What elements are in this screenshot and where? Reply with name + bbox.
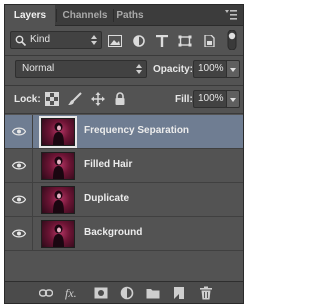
layer-row[interactable]: Background: [5, 217, 243, 251]
portrait-figure-image: [53, 122, 64, 145]
visibility-toggle[interactable]: [5, 149, 33, 182]
lock-all-padlock-icon[interactable]: [113, 92, 127, 106]
new-group-folder-icon[interactable]: [146, 286, 160, 300]
layer-thumbnail[interactable]: [41, 186, 75, 214]
visibility-toggle[interactable]: [5, 115, 33, 148]
fill-input[interactable]: 100%: [193, 90, 227, 108]
link-layers-icon[interactable]: [39, 286, 53, 300]
blend-mode-value: Normal: [22, 63, 55, 74]
delete-layer-trash-icon[interactable]: [199, 286, 213, 300]
lock-label: Lock:: [14, 94, 41, 105]
tab-paths[interactable]: Paths: [115, 5, 145, 26]
add-layer-mask-icon[interactable]: [94, 286, 108, 300]
fill-label: Fill:: [175, 94, 193, 105]
updown-arrows-icon: [91, 35, 97, 45]
panel-menu-icon[interactable]: [225, 10, 237, 20]
portrait-figure-image: [53, 156, 64, 179]
layers-panel: Layers Channels Paths Kind Normal Opacit…: [4, 4, 244, 304]
tab-divider: [56, 9, 57, 22]
layer-name[interactable]: Duplicate: [84, 193, 129, 204]
filter-toggle-icon[interactable]: [225, 30, 239, 50]
layer-style-fx-button[interactable]: fx.: [65, 286, 77, 301]
shape-layer-filter-icon[interactable]: [178, 35, 192, 47]
tab-layers[interactable]: Layers: [5, 5, 55, 27]
lock-position-move-icon[interactable]: [91, 92, 105, 106]
fill-slider-button[interactable]: [226, 90, 240, 108]
panel-tab-bar: Layers Channels Paths: [5, 5, 243, 27]
tab-channels[interactable]: Channels: [58, 5, 112, 26]
opacity-label: Opacity:: [153, 64, 194, 75]
smart-object-filter-icon[interactable]: [202, 35, 216, 47]
lock-image-pixels-brush-icon[interactable]: [68, 92, 82, 106]
layer-row[interactable]: Duplicate: [5, 183, 243, 217]
updown-arrows-icon: [136, 64, 142, 74]
layer-thumbnail[interactable]: [41, 152, 75, 180]
opacity-input[interactable]: 100%: [193, 60, 227, 78]
layer-name[interactable]: Background: [84, 227, 142, 238]
new-layer-icon[interactable]: [172, 286, 186, 300]
layer-thumbnail[interactable]: [39, 116, 77, 148]
eye-icon: [12, 161, 26, 170]
divider: [5, 55, 243, 56]
layer-name[interactable]: Frequency Separation: [84, 125, 189, 136]
lock-transparent-pixels-icon[interactable]: [45, 92, 59, 106]
visibility-toggle[interactable]: [5, 183, 33, 216]
blend-mode-select[interactable]: Normal: [15, 60, 147, 78]
eye-icon: [12, 195, 26, 204]
new-adjustment-layer-icon[interactable]: [120, 286, 134, 300]
eye-icon: [12, 127, 26, 136]
divider: [5, 113, 243, 114]
divider: [5, 85, 243, 86]
layer-thumbnail[interactable]: [41, 220, 75, 248]
tab-divider: [113, 9, 114, 22]
layer-row[interactable]: Frequency Separation: [5, 115, 243, 149]
pixel-layer-filter-icon[interactable]: [108, 35, 122, 47]
search-icon: [15, 35, 27, 46]
layers-bottom-toolbar: fx.: [5, 281, 243, 303]
layer-row[interactable]: Filled Hair: [5, 149, 243, 183]
filter-kind-select[interactable]: Kind: [10, 31, 102, 49]
eye-icon: [12, 229, 26, 238]
filter-kind-label: Kind: [30, 34, 51, 45]
adjustment-layer-filter-icon[interactable]: [132, 35, 146, 47]
visibility-toggle[interactable]: [5, 217, 33, 250]
layer-name[interactable]: Filled Hair: [84, 159, 132, 170]
opacity-slider-button[interactable]: [226, 60, 240, 78]
portrait-figure-image: [53, 190, 64, 213]
portrait-figure-image: [53, 224, 64, 247]
type-layer-filter-icon[interactable]: [155, 35, 169, 47]
